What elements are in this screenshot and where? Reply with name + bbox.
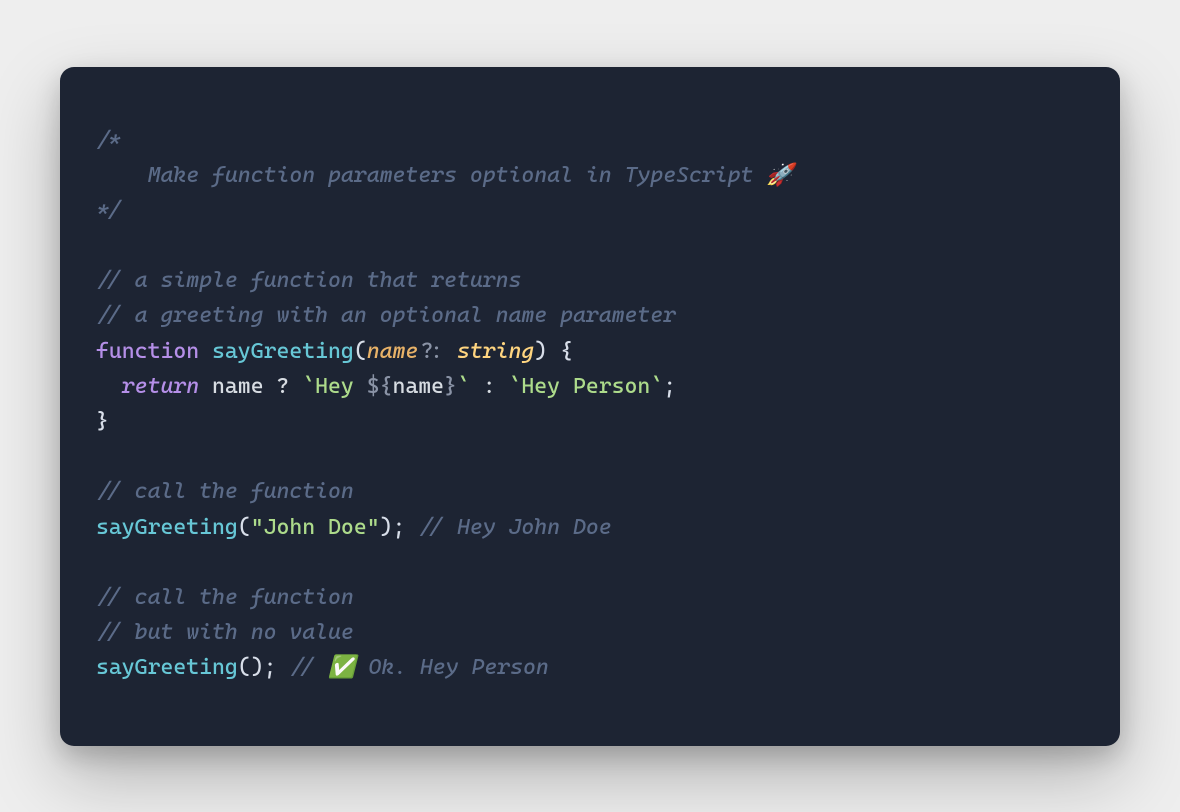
call-1-paren-open: ( — [238, 515, 251, 540]
comment-line-2: // a greeting with an optional name para… — [96, 303, 676, 328]
interpolation-identifier: name — [392, 374, 444, 399]
question-mark: ? — [418, 339, 431, 364]
call-2-name: sayGreeting — [96, 655, 238, 680]
template-literal-2: `Hey Person` — [509, 374, 664, 399]
call-2-trailing-comment: // ✅ Ok. Hey Person — [289, 655, 548, 680]
comment-block-line: Make function parameters optional in Typ… — [96, 163, 794, 188]
code-card: /* Make function parameters optional in … — [60, 67, 1120, 746]
comment-line-3: // call the function — [96, 479, 354, 504]
type-colon: : — [431, 339, 444, 364]
type-annotation: string — [457, 339, 534, 364]
comment-block-open: /* — [96, 128, 122, 153]
ternary-question: ? — [276, 374, 289, 399]
comment-line-5: // but with no value — [96, 620, 354, 645]
call-1-name: sayGreeting — [96, 515, 238, 540]
paren-close: ) — [534, 339, 547, 364]
semicolon-2: ; — [392, 515, 405, 540]
function-name: sayGreeting — [212, 339, 354, 364]
call-1-trailing-comment: // Hey John Doe — [418, 515, 611, 540]
param-name: name — [367, 339, 419, 364]
page-canvas: /* Make function parameters optional in … — [0, 0, 1180, 812]
call-1-arg: "John Doe" — [251, 515, 380, 540]
call-2-paren-close: ) — [251, 655, 264, 680]
brace-open: { — [560, 339, 573, 364]
interpolation-close: } — [444, 374, 457, 399]
template-literal-1-open: `Hey — [302, 374, 366, 399]
keyword-return: return — [122, 374, 199, 399]
comment-line-4: // call the function — [96, 585, 354, 610]
paren-open: ( — [354, 339, 367, 364]
call-2-paren-open: ( — [238, 655, 251, 680]
interpolation-open: ${ — [367, 374, 393, 399]
semicolon-1: ; — [663, 374, 676, 399]
comment-line-1: // a simple function that returns — [96, 268, 521, 293]
template-literal-1-close: ` — [457, 374, 470, 399]
brace-close: } — [96, 409, 109, 434]
comment-block-close: */ — [96, 198, 122, 223]
keyword-function: function — [96, 339, 199, 364]
semicolon-3: ; — [264, 655, 277, 680]
code-block: /* Make function parameters optional in … — [96, 123, 1084, 686]
identifier-name: name — [212, 374, 264, 399]
call-1-paren-close: ) — [380, 515, 393, 540]
ternary-colon: : — [483, 374, 496, 399]
